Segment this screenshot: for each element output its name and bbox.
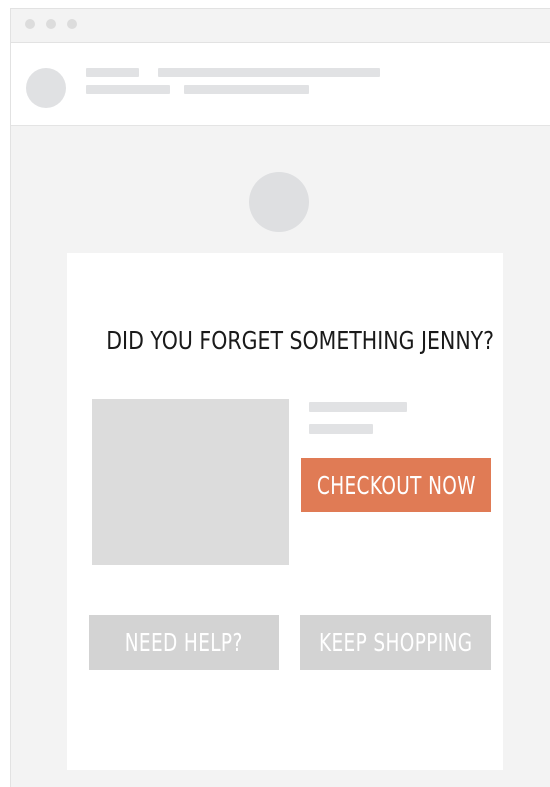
product-name-placeholder — [309, 402, 407, 412]
checkout-now-label: CHECKOUT NOW — [316, 470, 476, 500]
need-help-label: NEED HELP? — [125, 628, 243, 657]
product-image-placeholder[interactable] — [92, 399, 289, 565]
page: DID YOU FORGET SOMETHING JENNY? CHECKOUT… — [0, 0, 550, 787]
email-card: DID YOU FORGET SOMETHING JENNY? CHECKOUT… — [67, 253, 503, 770]
window-control-dot-close[interactable] — [25, 19, 35, 29]
checkout-now-button[interactable]: CHECKOUT NOW — [301, 458, 491, 512]
date-placeholder — [184, 85, 309, 94]
headline: DID YOU FORGET SOMETHING JENNY? — [106, 326, 495, 355]
keep-shopping-button[interactable]: KEEP SHOPPING — [300, 615, 491, 670]
window-control-dot-minimize[interactable] — [46, 19, 56, 29]
sender-avatar — [26, 68, 66, 108]
window-control-dot-maximize[interactable] — [67, 19, 77, 29]
keep-shopping-label: KEEP SHOPPING — [318, 628, 473, 657]
window-titlebar — [11, 9, 550, 43]
product-price-placeholder — [309, 424, 373, 434]
subject-placeholder — [158, 68, 380, 77]
need-help-button[interactable]: NEED HELP? — [89, 615, 279, 670]
brand-logo-placeholder — [249, 172, 309, 232]
email-header — [11, 43, 550, 126]
browser-window: DID YOU FORGET SOMETHING JENNY? CHECKOUT… — [10, 8, 550, 787]
sender-address-placeholder — [86, 85, 170, 94]
sender-name-placeholder — [86, 68, 139, 77]
